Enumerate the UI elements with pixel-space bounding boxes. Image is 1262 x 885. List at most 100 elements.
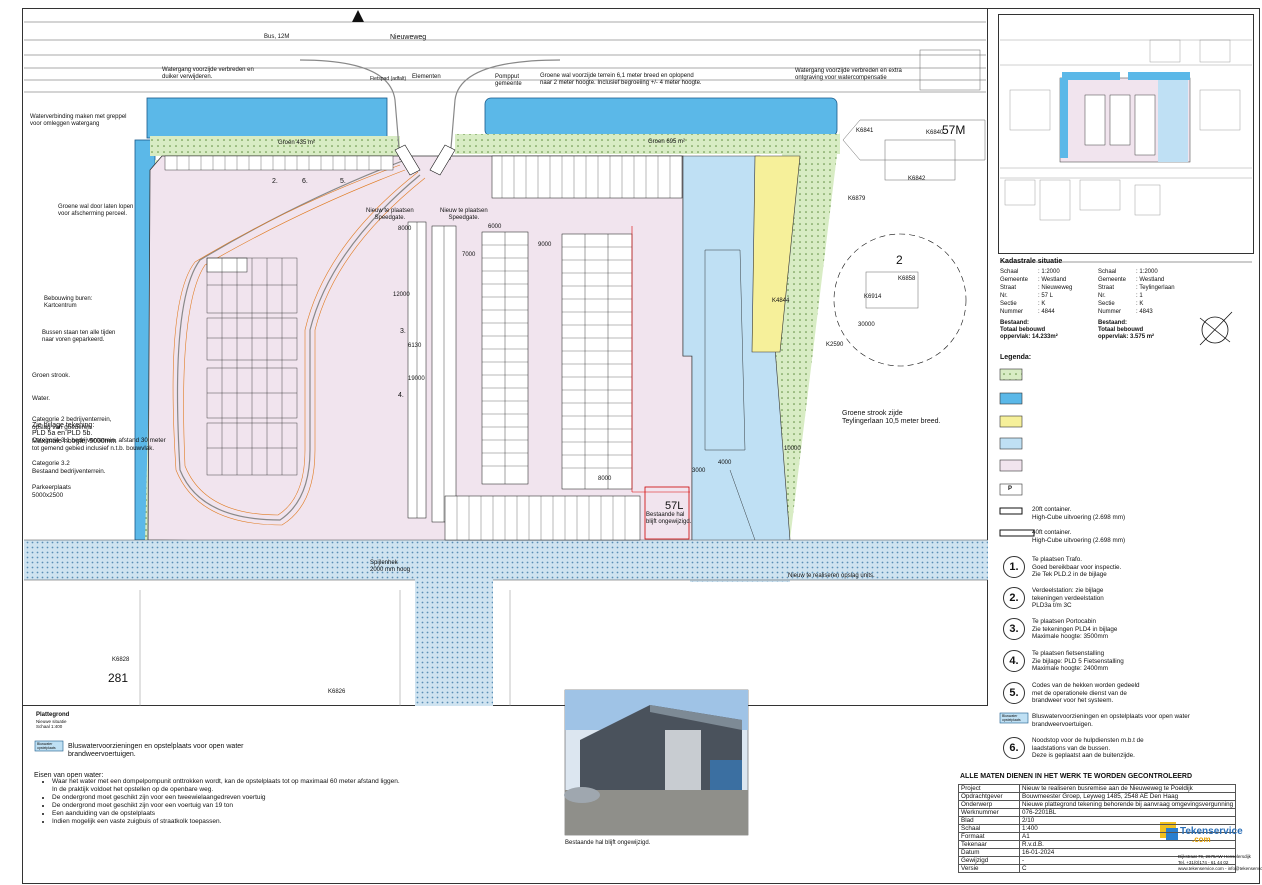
title-block-label: Gewijzigd (958, 856, 1020, 865)
title-block-row: Project Nieuw te realiseren busremise aan… (958, 784, 1258, 793)
legend-title: Legenda: (1000, 354, 1032, 361)
parking-symbol: P (1008, 486, 1013, 492)
legend-item: Groen strook. (32, 372, 71, 379)
existing-area-left: Bestaand: Totaal bebouwd oppervlak: 14.2… (1000, 320, 1058, 340)
kadaster-ref: K6879 (848, 196, 866, 202)
kadaster-ref: K2590 (826, 342, 844, 348)
kad-label: Straat (1000, 285, 1017, 291)
title-block-label: Onderwerp (958, 800, 1020, 809)
bike-path-label: Fietspad (adfalt) (370, 76, 407, 82)
kad-label: Sectie (1000, 301, 1017, 307)
legend-item: 20ft container. High-Cube uitvoering (2.… (1032, 506, 1126, 521)
kad-value: : K (1136, 301, 1144, 307)
existing-area-right: Bestaand: Totaal bebouwd oppervlak: 3.57… (1098, 320, 1155, 340)
dimension: 6130 (408, 343, 422, 349)
title-block-row: Onderwerp Nieuwe plattegrond tekening beh… (958, 800, 1258, 809)
legend-num: 4. (1003, 650, 1025, 672)
neighbours-note: Bebouwing buren: Kartcentrum (44, 296, 93, 309)
kadaster-ref: K6914 (864, 294, 882, 300)
watergang-right-note: Watergang voorzijde verbreden en extra o… (795, 68, 902, 81)
photo-caption: Bestaande hal blijft ongewijzigd. (565, 840, 651, 846)
dimension: 6000 (488, 224, 502, 230)
blus-legend-text: Bluswatervoorzieningen en opstelplaats v… (1032, 713, 1190, 728)
green-strip-note: Groene strook zijde Teylingerlaan 10,5 m… (842, 410, 941, 425)
north-arrow (1199, 311, 1233, 346)
kadaster-ref: K6828 (112, 657, 130, 663)
legend-num-text: Codes van de hekken worden gedeeld met d… (1032, 682, 1140, 705)
circle-marker: 4. (398, 392, 404, 399)
water-left (146, 97, 388, 139)
title-block-header: ALLE MATEN DIENEN IN HET WERK TE WORDEN … (960, 773, 1193, 780)
circle-marker: 3. (400, 328, 406, 335)
watergang-left-note: Watergang voorzijde verbreden en duiker … (162, 67, 254, 80)
title-block-value: Nieuw te realiseren busremise aan de Nie… (1018, 784, 1237, 793)
pump-label: Pompput gemeente (495, 74, 522, 87)
legend-item: Categorie 3.2 Bestaand bedrijventerrein. (32, 460, 106, 475)
kadaster-ref: K4844 (772, 298, 790, 304)
waterverbinding-note: Waterverbinding maken met greppel voor o… (30, 114, 127, 127)
title-block-label: Opdrachtgever (958, 792, 1020, 801)
legend-item: 40ft container. High-Cube uitvoering (2.… (1032, 529, 1126, 544)
dimension: 7000 (462, 252, 476, 258)
kad-label: Schaal (1000, 269, 1019, 275)
legend-item: Categorie 3.1 bedrijventerrein, afstand … (32, 437, 166, 452)
title-block-row: Tekenaar R.v.d.B. (958, 840, 1258, 849)
legend-num: 2. (1003, 587, 1025, 609)
kad-value: : 4844 (1038, 309, 1055, 315)
title-block-value: Nieuwe plattegrond tekening behorende bi… (1018, 800, 1237, 809)
legend-num-text: Te plaatsen Trafo. Goed bereikbaar voor … (1032, 556, 1122, 579)
kad-value: : Teylingerlaan (1136, 285, 1175, 291)
title-block-label: Datum (958, 848, 1020, 857)
dimension: 9000 (538, 242, 552, 248)
kad-value: : Westland (1038, 277, 1067, 283)
green-right-area: Groen 695 m² (648, 139, 686, 145)
kadaster-ref: K6842 (908, 176, 926, 182)
requirement-item: De ondergrond moet geschikt zijn voor ee… (52, 794, 400, 802)
kad-value: : 4843 (1136, 309, 1153, 315)
street-vertical (415, 578, 493, 706)
title-block-label: Blad (958, 816, 1020, 825)
company-address: Dijkstraat 79, 2675AW Honselersdijk Tel.… (1178, 854, 1262, 871)
kad-value: : 1:2000 (1136, 269, 1158, 275)
kad-label: Nr. (1098, 293, 1106, 299)
kad-label: Gemeente (1000, 277, 1029, 283)
water-right (484, 97, 838, 137)
storage-units-note: Nieuw te realiseren opslag units. (788, 573, 875, 579)
fence-note: Spijlenhek 2000 mm hoog (370, 560, 411, 573)
plot-57l: 57L (665, 500, 684, 512)
kad-value: : K (1038, 301, 1046, 307)
kad-label: Gemeente (1098, 277, 1127, 283)
dimension: 3000 (692, 468, 706, 474)
title-block-row: Werknummer 076-2201BL (958, 808, 1258, 817)
legend-num-text: Verdeelstation: zie bijlage tekeningen v… (1032, 587, 1104, 610)
title-block-label: Werknummer (958, 808, 1020, 817)
speedgate-right-note: Nieuw te plaatsen Speedgate. (440, 208, 488, 221)
title-block-value: 076-2201BL (1018, 808, 1237, 817)
kadaster-ref: K6858 (898, 276, 916, 282)
logo-name: Tekenservice (1180, 826, 1243, 837)
dimension: 4000 (718, 460, 732, 466)
legend-item: Categorie 2 bedrijventerrein, opslag van… (32, 416, 112, 431)
bus-label: Bus, 12M (264, 34, 290, 40)
buses-note: Bussen staan ten alle tijden naar voren … (42, 330, 116, 343)
circle-marker: 5. (340, 178, 346, 185)
dimension: 12000 (393, 292, 410, 298)
title-block-value: Bouwmeester Groep, Leyweg 1485, 2548 AE … (1018, 792, 1237, 801)
kad-label: Straat (1098, 285, 1115, 291)
kad-value: : 1:2000 (1038, 269, 1060, 275)
dimension: 30000 (858, 322, 875, 328)
kad-value: : 1 (1136, 293, 1143, 299)
legend-item: Parkeerplaats 5000x2500 (32, 484, 71, 499)
green-wall-top-note: Groene wal voorzijde terrein 6,1 meter b… (540, 73, 702, 86)
title-block-label: Tekenaar (958, 840, 1020, 849)
kad-value: : 57 L (1038, 293, 1054, 299)
plan-subtitle: Nieuwe situatie Schaal 1:400 (36, 719, 67, 729)
plot-2: 2 (896, 253, 903, 267)
title-block-label: Project (958, 784, 1020, 793)
plot-281: 281 (108, 671, 129, 685)
legend-num: 5. (1003, 682, 1025, 704)
kad-label: Schaal (1098, 269, 1117, 275)
title-block-row: Blad 2/10 (958, 816, 1258, 825)
kad-value: : Nieuweweg (1038, 285, 1073, 291)
elements-label: Elementen (412, 74, 441, 80)
